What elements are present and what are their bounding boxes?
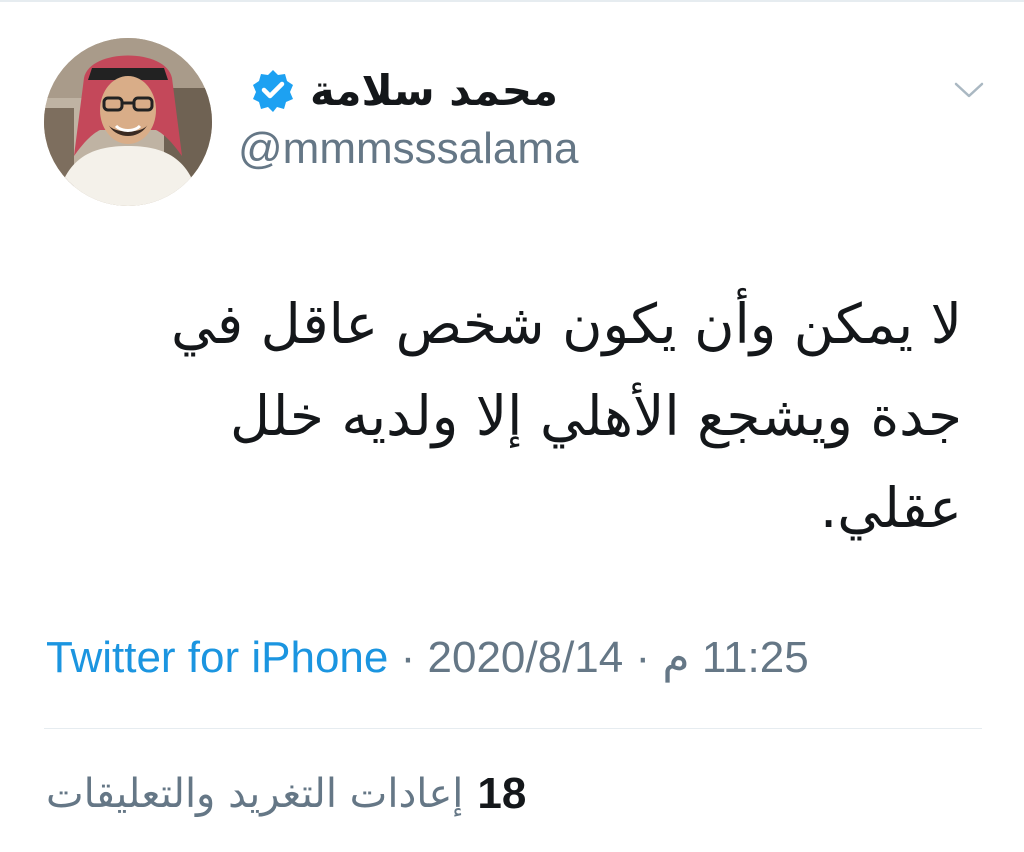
user-avatar-photo bbox=[44, 38, 212, 206]
author-name-row: محمد سلامة bbox=[250, 58, 558, 122]
meta-separator: · bbox=[400, 633, 416, 682]
tweet-text: لا يمكن وأن يكون شخص عاقل في جدة ويشجع ا… bbox=[122, 278, 962, 554]
tweet-text-line: عقلي. bbox=[819, 476, 962, 540]
stats-divider bbox=[44, 728, 982, 729]
tweet-date[interactable]: 2020/8/14 bbox=[428, 633, 624, 682]
tweet-text-line: جدة ويشجع الأهلي إلا ولديه خلل bbox=[230, 384, 962, 448]
retweets-label: إعادات التغريد والتعليقات bbox=[46, 771, 464, 817]
tweet-metadata: Twitter for iPhone · 2020/8/14 · 11:25 م bbox=[46, 632, 986, 683]
tweet-source-link[interactable]: Twitter for iPhone bbox=[46, 633, 388, 682]
retweets-count: 18 bbox=[477, 769, 527, 818]
tweet-text-line: لا يمكن وأن يكون شخص عاقل في bbox=[171, 292, 962, 356]
chevron-down-icon[interactable] bbox=[952, 76, 986, 104]
meta-separator: · bbox=[635, 633, 651, 682]
top-divider bbox=[0, 0, 1024, 2]
retweets-stat[interactable]: إعادات التغريد والتعليقات 18 bbox=[46, 764, 526, 824]
tweet-time[interactable]: 11:25 م bbox=[662, 633, 808, 682]
author-handle[interactable]: @mmmsssalama bbox=[238, 124, 578, 174]
verified-badge-icon bbox=[250, 67, 296, 113]
avatar[interactable] bbox=[44, 38, 212, 206]
author-display-name[interactable]: محمد سلامة bbox=[310, 66, 558, 115]
